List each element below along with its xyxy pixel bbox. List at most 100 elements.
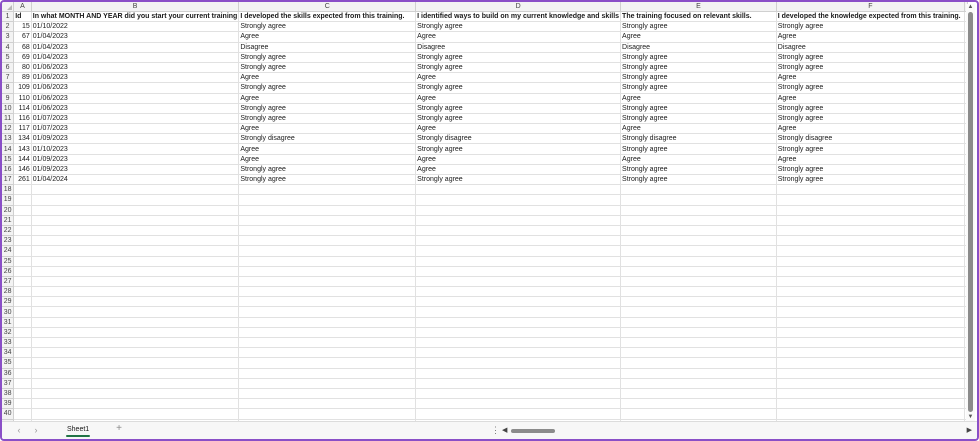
row-header[interactable]: 16 <box>2 164 15 176</box>
cell[interactable]: Strongly agree <box>238 113 417 125</box>
row-header[interactable]: 24 <box>2 245 15 257</box>
row-header[interactable]: 5 <box>2 52 15 63</box>
cell[interactable] <box>620 378 777 389</box>
row-header[interactable]: 27 <box>2 276 15 288</box>
prev-sheet-icon[interactable]: ‹ <box>14 425 24 435</box>
horizontal-scrollbar[interactable]: ◀ ▶ <box>502 427 972 435</box>
cell[interactable] <box>13 368 32 379</box>
cell[interactable] <box>415 337 622 349</box>
cell[interactable]: The training focused on relevant skills. <box>620 11 777 23</box>
cell[interactable] <box>31 408 240 420</box>
row-header[interactable]: 1 <box>2 11 15 23</box>
cell[interactable]: Strongly agree <box>620 52 777 63</box>
cell[interactable] <box>776 286 966 298</box>
cell[interactable] <box>776 327 966 339</box>
cell[interactable]: Strongly agree <box>776 164 966 176</box>
cell[interactable]: Strongly agree <box>238 21 417 33</box>
cell[interactable] <box>776 184 966 196</box>
cell[interactable] <box>620 205 777 216</box>
cell[interactable]: Strongly agree <box>776 82 966 94</box>
cell[interactable] <box>620 235 777 247</box>
cell[interactable] <box>620 266 777 277</box>
cell[interactable]: Strongly disagree <box>415 133 622 145</box>
column-header-f[interactable]: F <box>776 2 966 12</box>
row-header[interactable]: 3 <box>2 31 15 43</box>
cell[interactable] <box>238 296 417 308</box>
cell[interactable]: 01/09/2023 <box>31 133 240 145</box>
cell[interactable] <box>620 245 777 257</box>
row-header[interactable]: 29 <box>2 296 15 308</box>
cell[interactable]: 15 <box>13 21 32 33</box>
cell[interactable]: Agree <box>415 123 622 135</box>
cell[interactable] <box>13 378 32 389</box>
cell[interactable]: Agree <box>238 154 417 165</box>
cell[interactable] <box>238 357 417 369</box>
cell[interactable] <box>620 306 777 318</box>
row-header[interactable]: 14 <box>2 143 15 155</box>
cell[interactable]: 01/07/2023 <box>31 113 240 125</box>
cell[interactable] <box>31 215 240 226</box>
cell[interactable] <box>238 245 417 257</box>
cell[interactable]: 109 <box>13 82 32 94</box>
row-header[interactable]: 22 <box>2 225 15 237</box>
cell[interactable] <box>31 225 240 237</box>
spreadsheet-grid[interactable]: ABCDEF 1 Id In what MONTH AND YEAR did you… <box>2 2 968 421</box>
row-header[interactable]: 37 <box>2 378 15 389</box>
cell[interactable] <box>776 266 966 277</box>
cell[interactable] <box>620 408 777 420</box>
cell[interactable]: Strongly agree <box>776 143 966 155</box>
row-header[interactable]: 32 <box>2 327 15 339</box>
scroll-right-icon[interactable]: ▶ <box>967 426 972 434</box>
cell[interactable] <box>620 184 777 196</box>
row-header[interactable]: 12 <box>2 123 15 135</box>
cell[interactable]: 01/04/2023 <box>31 42 240 53</box>
cell[interactable] <box>415 357 622 369</box>
row-header[interactable]: 8 <box>2 82 15 94</box>
cell[interactable] <box>620 398 777 410</box>
cell[interactable] <box>238 256 417 267</box>
cell[interactable]: 80 <box>13 62 32 74</box>
cell[interactable]: Agree <box>238 143 417 155</box>
select-all-corner[interactable] <box>2 2 15 12</box>
cell[interactable] <box>238 388 417 400</box>
cell[interactable] <box>776 205 966 216</box>
cell[interactable]: 134 <box>13 133 32 145</box>
cell[interactable] <box>620 256 777 267</box>
cell[interactable]: Disagree <box>238 42 417 53</box>
cell[interactable]: Strongly agree <box>620 21 777 33</box>
column-header-c[interactable]: C <box>238 2 417 12</box>
cell[interactable]: 116 <box>13 113 32 125</box>
cell[interactable]: 261 <box>13 174 32 186</box>
column-header-a[interactable]: A <box>13 2 32 12</box>
cell[interactable] <box>31 235 240 247</box>
cell[interactable] <box>31 184 240 196</box>
cell[interactable] <box>238 306 417 318</box>
cell[interactable] <box>238 215 417 226</box>
cell[interactable] <box>238 408 417 420</box>
cell[interactable] <box>620 215 777 226</box>
cell[interactable] <box>31 327 240 339</box>
sheet-tab-sheet1[interactable]: Sheet1 <box>62 424 94 438</box>
cell[interactable] <box>776 225 966 237</box>
cell[interactable]: Strongly agree <box>238 52 417 63</box>
cell[interactable] <box>13 256 32 267</box>
row-header[interactable]: 9 <box>2 93 15 104</box>
cell[interactable] <box>620 347 777 359</box>
cell[interactable] <box>620 368 777 379</box>
cell[interactable] <box>13 398 32 410</box>
cell[interactable] <box>415 225 622 237</box>
cell[interactable]: Agree <box>415 31 622 43</box>
cell[interactable]: Strongly disagree <box>620 133 777 145</box>
cell[interactable] <box>13 184 32 196</box>
cell[interactable]: 01/06/2023 <box>31 62 240 74</box>
cell[interactable] <box>13 357 32 369</box>
cell[interactable] <box>31 337 240 349</box>
cell[interactable]: Agree <box>415 72 622 84</box>
cell[interactable]: Strongly agree <box>415 103 622 114</box>
horizontal-scroll-thumb[interactable] <box>511 429 555 433</box>
cell[interactable] <box>776 306 966 318</box>
cell[interactable]: 01/09/2023 <box>31 164 240 176</box>
cell[interactable] <box>238 378 417 389</box>
cell[interactable] <box>415 317 622 328</box>
cell[interactable]: I developed the skills expected from thi… <box>238 11 417 23</box>
